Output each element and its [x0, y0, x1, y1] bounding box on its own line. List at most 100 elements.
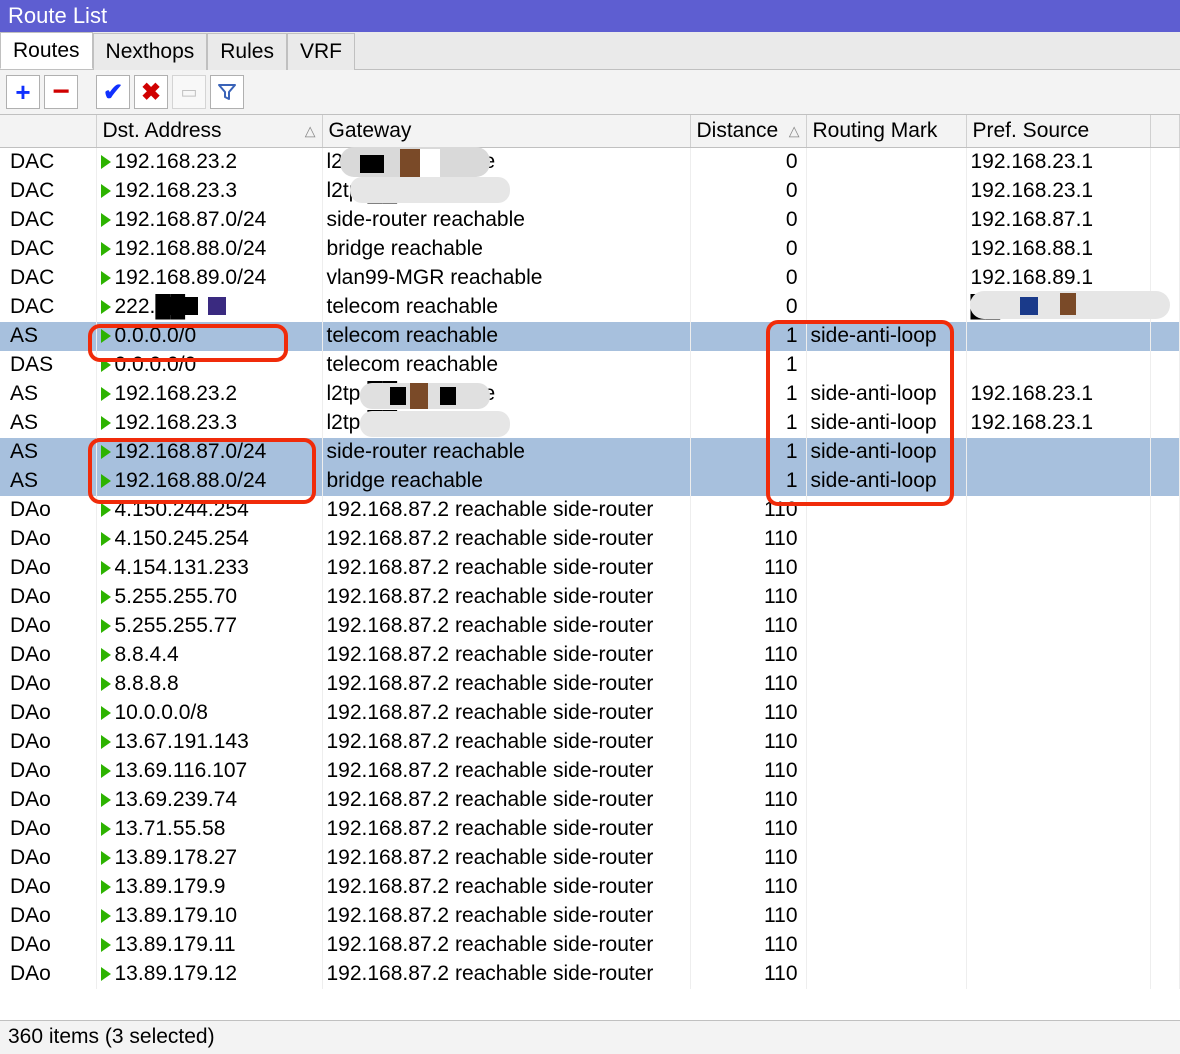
cell-spacer [1150, 409, 1180, 438]
cell-dst-address: 5.255.255.70 [96, 583, 322, 612]
col-header-pref-source[interactable]: Pref. Source [966, 115, 1150, 148]
cell-flags: DAo [0, 525, 96, 554]
check-icon: ✔ [103, 78, 123, 107]
cell-spacer [1150, 815, 1180, 844]
cell-dst-address: 192.168.23.2 [96, 380, 322, 409]
cell-flags: DAC [0, 206, 96, 235]
table-row[interactable]: AS192.168.23.3l2tp-██ reachable1side-ant… [0, 409, 1180, 438]
col-header-dst-address[interactable]: Dst. Address△ [96, 115, 322, 148]
table-row[interactable]: DAo13.89.179.9192.168.87.2 reachable sid… [0, 873, 1180, 902]
tab-routes[interactable]: Routes [0, 32, 93, 69]
cell-distance: 0 [690, 177, 806, 206]
tab-vrf[interactable]: VRF [287, 33, 355, 70]
table-row[interactable]: DAC192.168.88.0/24bridge reachable0192.1… [0, 235, 1180, 264]
cell-pref-source [966, 670, 1150, 699]
table-row[interactable]: DAo13.89.179.10192.168.87.2 reachable si… [0, 902, 1180, 931]
table-row[interactable]: DAo13.67.191.143192.168.87.2 reachable s… [0, 728, 1180, 757]
cell-spacer [1150, 264, 1180, 293]
add-button[interactable]: + [6, 75, 40, 109]
route-active-icon [101, 387, 111, 401]
route-active-icon [101, 590, 111, 604]
enable-button[interactable]: ✔ [96, 75, 130, 109]
cell-distance: 110 [690, 496, 806, 525]
cell-spacer [1150, 380, 1180, 409]
cell-routing-mark [806, 206, 966, 235]
cell-pref-source [966, 554, 1150, 583]
table-row[interactable]: DAC222.██telecom reachable0██ [0, 293, 1180, 322]
route-active-icon [101, 184, 111, 198]
cell-dst-address: 192.168.88.0/24 [96, 235, 322, 264]
cell-flags: DAC [0, 177, 96, 206]
cell-flags: DAo [0, 815, 96, 844]
table-row[interactable]: DAo5.255.255.77192.168.87.2 reachable si… [0, 612, 1180, 641]
table-row[interactable]: AS192.168.88.0/24bridge reachable1side-a… [0, 467, 1180, 496]
cell-pref-source [966, 728, 1150, 757]
table-row[interactable]: DAC192.168.87.0/24side-router reachable0… [0, 206, 1180, 235]
filter-button[interactable] [210, 75, 244, 109]
cell-distance: 110 [690, 931, 806, 960]
cell-pref-source: 192.168.89.1 [966, 264, 1150, 293]
table-row[interactable]: DAo13.89.179.12192.168.87.2 reachable si… [0, 960, 1180, 989]
col-header-distance[interactable]: Distance△ [690, 115, 806, 148]
cell-pref-source: 192.168.23.1 [966, 409, 1150, 438]
col-header-spacer[interactable] [1150, 115, 1180, 148]
tab-rules[interactable]: Rules [207, 33, 287, 70]
table-row[interactable]: DAC192.168.89.0/24vlan99-MGR reachable01… [0, 264, 1180, 293]
col-header-flags[interactable] [0, 115, 96, 148]
table-row[interactable]: AS192.168.23.2l2tp-██ reachable1side-ant… [0, 380, 1180, 409]
route-active-icon [101, 561, 111, 575]
col-header-gateway[interactable]: Gateway [322, 115, 690, 148]
cell-flags: DAC [0, 293, 96, 322]
table-row[interactable]: DAo13.69.116.107192.168.87.2 reachable s… [0, 757, 1180, 786]
cell-pref-source: 192.168.23.1 [966, 380, 1150, 409]
remove-button[interactable]: − [44, 75, 78, 109]
route-table[interactable]: Dst. Address△ Gateway Distance△ Routing … [0, 115, 1180, 989]
cell-spacer [1150, 873, 1180, 902]
cell-routing-mark: side-anti-loop [806, 380, 966, 409]
cell-pref-source [966, 351, 1150, 380]
table-row[interactable]: DAC192.168.23.2l2tp-██ reachable0192.168… [0, 148, 1180, 177]
sort-asc-icon: △ [789, 123, 800, 140]
table-row[interactable]: DAo5.255.255.70192.168.87.2 reachable si… [0, 583, 1180, 612]
cell-dst-address: 5.255.255.77 [96, 612, 322, 641]
cell-routing-mark [806, 844, 966, 873]
tab-nexthops[interactable]: Nexthops [93, 33, 208, 70]
table-row[interactable]: DAo8.8.8.8192.168.87.2 reachable side-ro… [0, 670, 1180, 699]
cell-spacer [1150, 496, 1180, 525]
table-row[interactable]: DAo13.89.179.11192.168.87.2 reachable si… [0, 931, 1180, 960]
table-row[interactable]: AS0.0.0.0/0telecom reachable1side-anti-l… [0, 322, 1180, 351]
cell-pref-source [966, 612, 1150, 641]
cell-pref-source [966, 960, 1150, 989]
cell-pref-source [966, 786, 1150, 815]
table-row[interactable]: DAo10.0.0.0/8192.168.87.2 reachable side… [0, 699, 1180, 728]
table-row[interactable]: DAo8.8.4.4192.168.87.2 reachable side-ro… [0, 641, 1180, 670]
cell-routing-mark [806, 902, 966, 931]
disable-button[interactable]: ✖ [134, 75, 168, 109]
route-active-icon [101, 416, 111, 430]
funnel-icon [217, 82, 237, 102]
table-row[interactable]: DAo4.154.131.233192.168.87.2 reachable s… [0, 554, 1180, 583]
cell-gateway: telecom reachable [322, 322, 690, 351]
table-row[interactable]: DAo4.150.244.254192.168.87.2 reachable s… [0, 496, 1180, 525]
cell-routing-mark: side-anti-loop [806, 409, 966, 438]
comment-button[interactable]: ▭ [172, 75, 206, 109]
table-row[interactable]: DAo4.150.245.254192.168.87.2 reachable s… [0, 525, 1180, 554]
minus-icon: − [52, 77, 70, 107]
table-row[interactable]: AS192.168.87.0/24side-router reachable1s… [0, 438, 1180, 467]
table-row[interactable]: DAS0.0.0.0/0telecom reachable1 [0, 351, 1180, 380]
toolbar: + − ✔ ✖ ▭ [0, 70, 1180, 114]
route-active-icon [101, 474, 111, 488]
table-row[interactable]: DAC192.168.23.3l2tp-██ reachable0192.168… [0, 177, 1180, 206]
table-row[interactable]: DAo13.71.55.58192.168.87.2 reachable sid… [0, 815, 1180, 844]
cell-routing-mark [806, 641, 966, 670]
cell-routing-mark [806, 235, 966, 264]
route-active-icon [101, 677, 111, 691]
table-row[interactable]: DAo13.89.178.27192.168.87.2 reachable si… [0, 844, 1180, 873]
table-row[interactable]: DAo13.69.239.74192.168.87.2 reachable si… [0, 786, 1180, 815]
cell-pref-source [966, 815, 1150, 844]
col-header-routing-mark[interactable]: Routing Mark [806, 115, 966, 148]
cell-routing-mark [806, 177, 966, 206]
window-titlebar[interactable]: Route List [0, 0, 1180, 32]
cell-pref-source: 192.168.87.1 [966, 206, 1150, 235]
cell-gateway: 192.168.87.2 reachable side-router [322, 554, 690, 583]
